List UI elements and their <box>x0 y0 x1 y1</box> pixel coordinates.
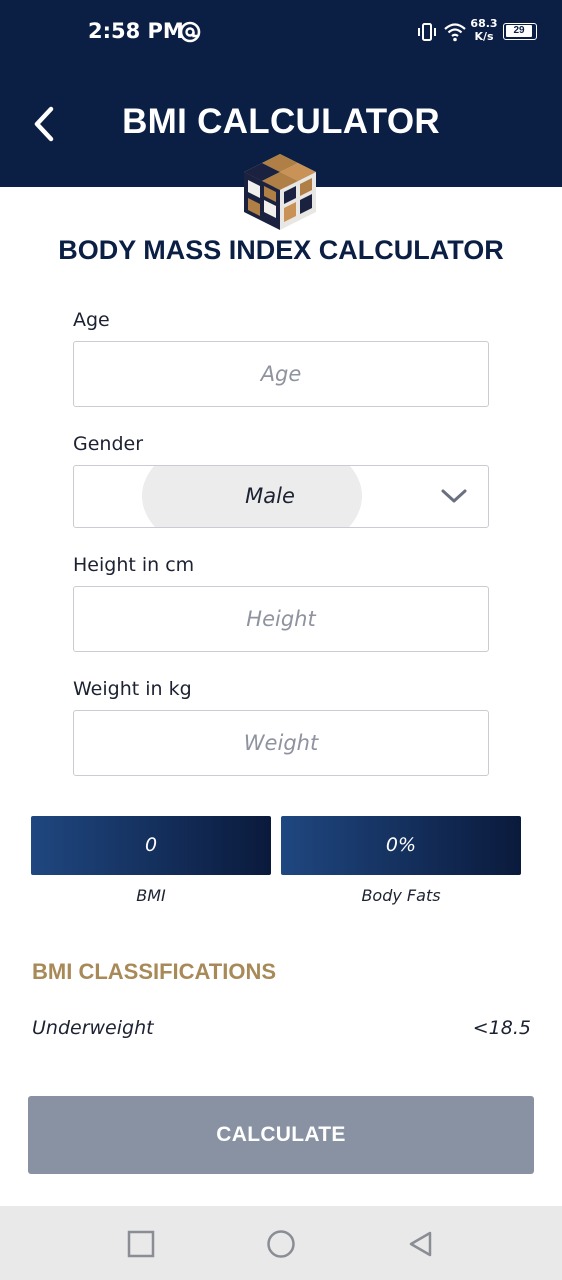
status-time: 2:58 PM <box>88 19 184 43</box>
chevron-down-icon <box>441 489 467 503</box>
app-title: BMI CALCULATOR <box>122 102 440 141</box>
system-nav-bar <box>0 1206 562 1280</box>
height-input[interactable] <box>74 587 488 651</box>
recent-apps-icon[interactable] <box>125 1228 157 1260</box>
back-triangle-icon[interactable] <box>405 1228 437 1260</box>
bmi-result: 0 <box>31 816 271 875</box>
body-fats-result: 0% <box>281 816 521 875</box>
calculate-button[interactable]: CALCULATE <box>28 1096 534 1174</box>
cube-logo-icon <box>244 154 316 230</box>
network-speed-unit: K/s <box>474 30 494 43</box>
home-icon[interactable] <box>265 1228 297 1260</box>
gender-selected-value: Male <box>245 484 295 508</box>
weight-field[interactable] <box>73 710 489 776</box>
vibrate-icon <box>418 23 436 41</box>
classification-label: Underweight <box>32 1017 154 1039</box>
age-input[interactable] <box>74 342 488 406</box>
bmi-caption: BMI <box>136 886 166 905</box>
page-heading: BODY MASS INDEX CALCULATOR <box>58 235 504 265</box>
classification-value: <18.5 <box>472 1017 531 1039</box>
battery-indicator: 29 <box>503 23 537 40</box>
network-speed: 68.3 K/s <box>470 17 498 43</box>
height-field[interactable] <box>73 586 489 652</box>
height-label: Height in cm <box>73 554 195 576</box>
body-fats-caption: Body Fats <box>361 886 441 905</box>
gender-select[interactable]: Male <box>73 465 489 528</box>
at-sign-icon <box>179 21 201 43</box>
battery-level: 29 <box>506 25 532 37</box>
gender-label: Gender <box>73 433 144 455</box>
network-speed-value: 68.3 <box>470 17 498 30</box>
status-bar: 2:58 PM 68.3 K/s 29 <box>0 0 562 64</box>
weight-input[interactable] <box>74 711 488 775</box>
weight-label: Weight in kg <box>73 678 192 700</box>
wifi-icon <box>444 23 466 42</box>
age-field[interactable] <box>73 341 489 407</box>
classifications-heading: BMI CLASSIFICATIONS <box>32 959 277 984</box>
age-label: Age <box>73 309 110 331</box>
